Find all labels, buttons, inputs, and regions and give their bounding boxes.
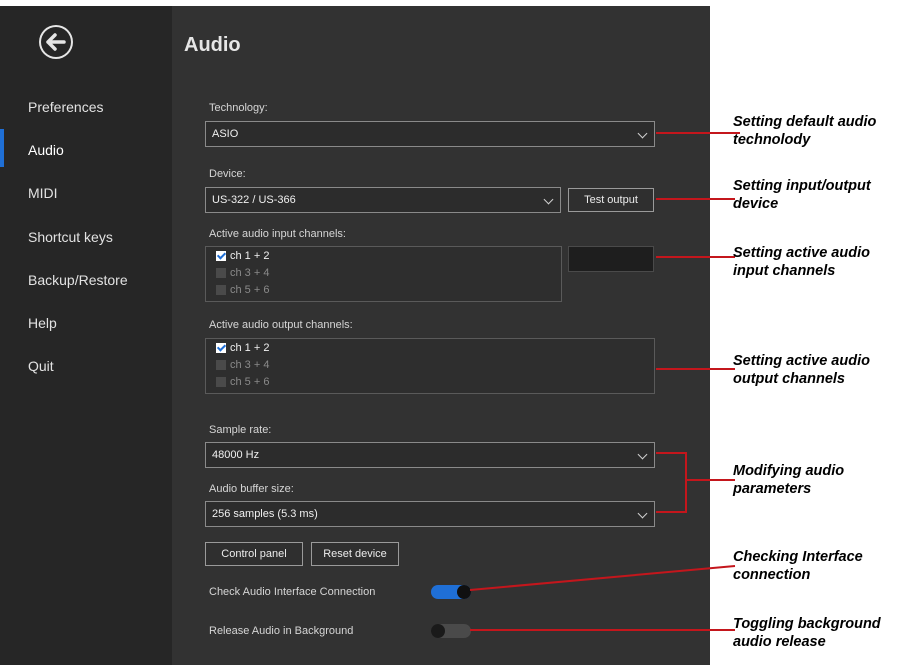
annotation-connection: Checking Interface connection [733, 549, 863, 583]
annotation-output: Setting active audio output channels [733, 353, 870, 387]
annotation-input: Setting active audio input channels [733, 245, 870, 279]
annotation-technology: Setting default audio technolody [733, 114, 877, 148]
annotation-bracket-params [656, 452, 687, 513]
annotation-background: Toggling background audio release [733, 616, 881, 650]
annotation-line-connection [469, 565, 736, 591]
annotation-params: Modifying audio parameters [733, 463, 845, 497]
annotation-device: Setting input/output device [733, 178, 871, 212]
